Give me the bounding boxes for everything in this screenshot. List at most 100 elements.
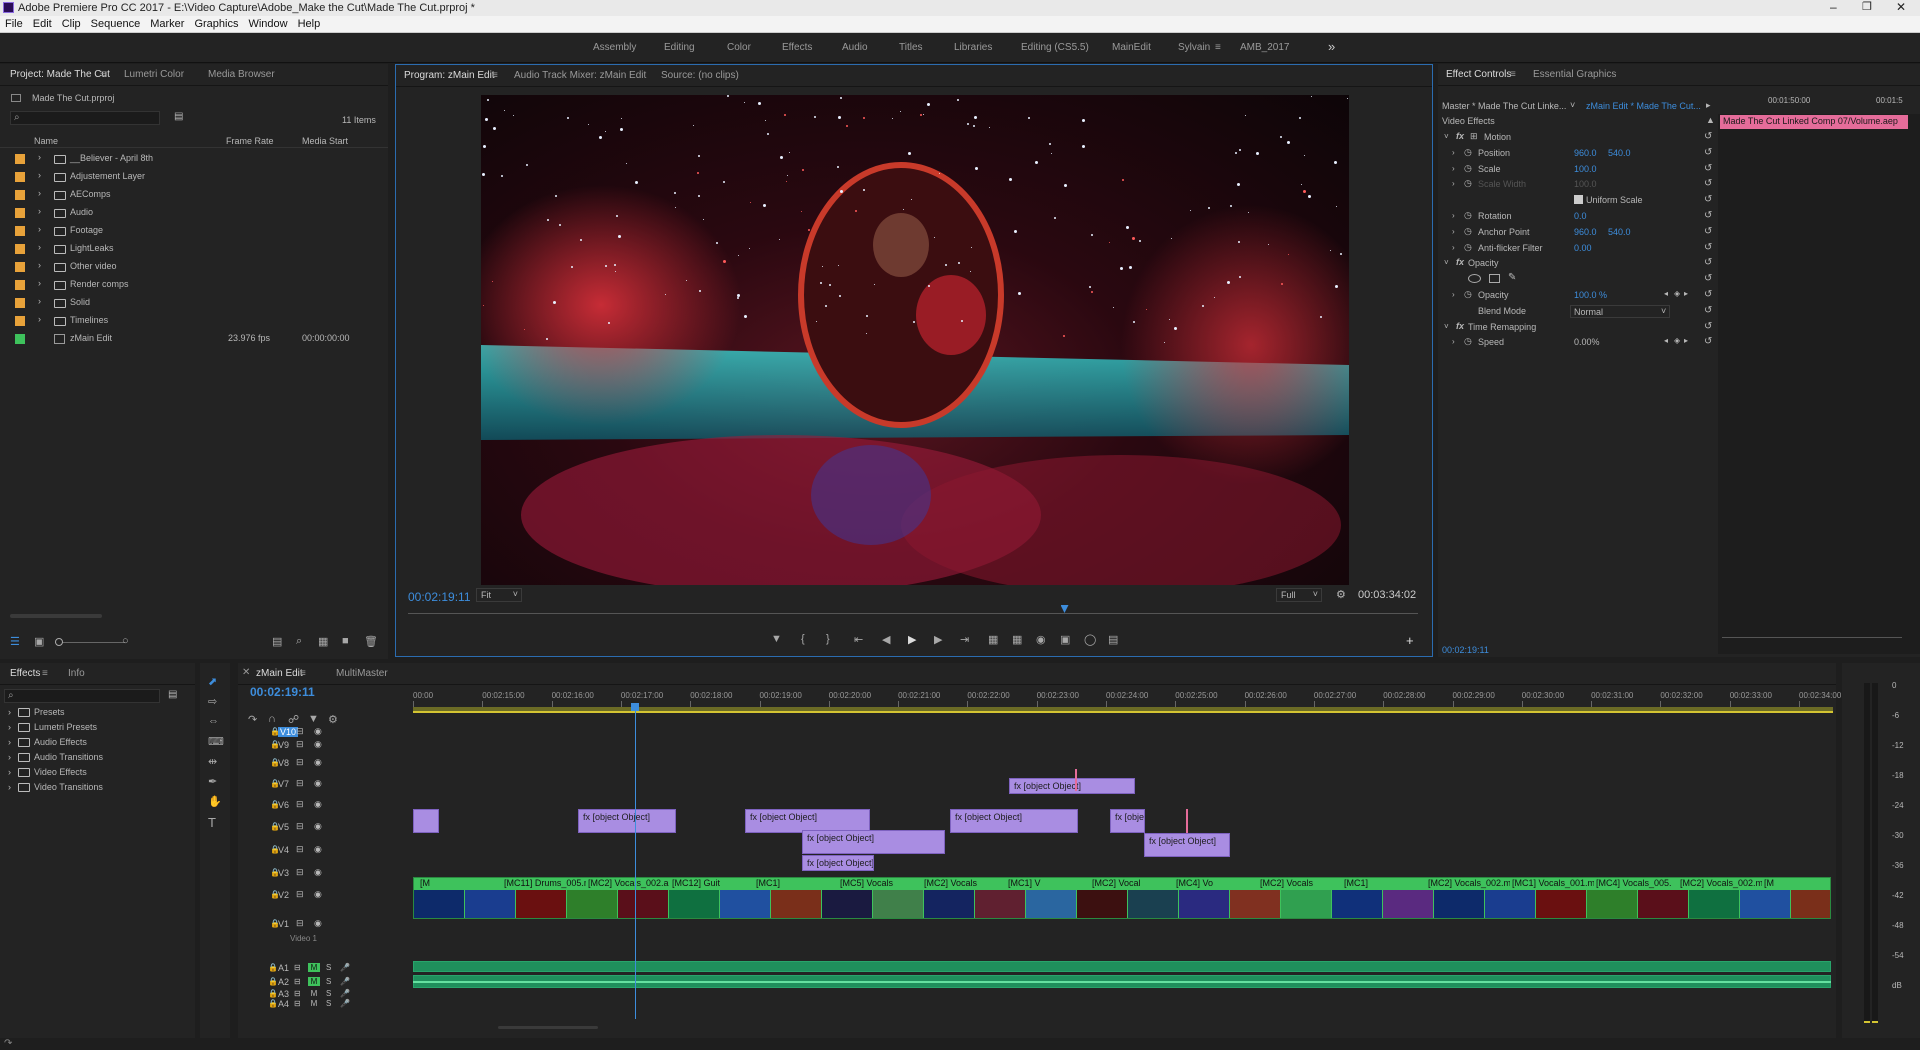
mute-button[interactable]: M xyxy=(308,977,320,986)
menu-window[interactable]: Window xyxy=(243,16,292,30)
find-icon[interactable]: ⌕ xyxy=(296,635,302,648)
workspace-color[interactable]: Color xyxy=(727,42,751,53)
audio-clip-a1[interactable] xyxy=(413,961,1831,972)
sync-lock-icon[interactable]: ⊟ xyxy=(294,977,301,986)
property-value[interactable]: 960.0 xyxy=(1574,227,1597,237)
mute-button[interactable]: M xyxy=(308,999,320,1008)
sequence-clip-label[interactable]: zMain Edit * Made The Cut... xyxy=(1586,101,1701,111)
sync-lock-icon[interactable]: ⊟ xyxy=(296,867,304,878)
lock-icon[interactable]: 🔒 xyxy=(268,963,278,972)
type-tool-icon[interactable]: T xyxy=(208,815,216,830)
chevron-down-icon[interactable]: ˅ xyxy=(1444,322,1449,331)
menu-graphics[interactable]: Graphics xyxy=(189,16,243,30)
fx-opacity-row[interactable]: ˅ fx Opacity ↺ xyxy=(1438,256,1718,272)
mark-out-icon[interactable]: } xyxy=(826,633,830,645)
label-color-swatch[interactable] xyxy=(15,298,25,308)
track-label-v4[interactable]: V4 xyxy=(278,845,289,855)
workspace-mainedit[interactable]: MainEdit xyxy=(1112,42,1151,53)
solo-button[interactable]: S xyxy=(326,963,331,972)
tab-effect-controls[interactable]: Effect Controls xyxy=(1446,69,1511,80)
mic-icon[interactable]: 🎤 xyxy=(340,989,350,998)
work-area-bar[interactable] xyxy=(413,707,1833,713)
expand-icon[interactable]: › xyxy=(8,782,11,792)
pen-tool-icon[interactable]: ✒ xyxy=(208,775,217,788)
expand-icon[interactable]: › xyxy=(8,707,11,717)
workspace-editing-cs55[interactable]: Editing (CS5.5) xyxy=(1021,42,1089,53)
snap-icon[interactable]: ∩ xyxy=(268,713,276,725)
timeline-clip[interactable] xyxy=(413,809,439,833)
sync-lock-icon[interactable]: ⊟ xyxy=(294,999,301,1008)
track-label-a2[interactable]: A2 xyxy=(278,977,289,987)
v1-clip-strip[interactable]: [M [MC11] Drums_005.m [MC2] Vocals_002.a [M… xyxy=(413,877,1831,919)
label-color-swatch[interactable] xyxy=(15,172,25,182)
workspace-menu-icon[interactable]: ≡ xyxy=(1215,42,1221,53)
maximize-icon[interactable]: ❐ xyxy=(1862,0,1872,13)
expand-icon[interactable]: › xyxy=(38,296,41,306)
mic-icon[interactable]: 🎤 xyxy=(340,963,350,972)
bin-item[interactable]: › __Believer - April 8th xyxy=(0,150,388,168)
column-frame-rate[interactable]: Frame Rate xyxy=(226,136,274,146)
accelerated-effects-icon[interactable]: ▤ xyxy=(168,689,177,700)
quality-dropdown[interactable]: Full ˅ xyxy=(1276,588,1322,602)
menu-edit[interactable]: Edit xyxy=(28,16,57,30)
vr-video-icon[interactable]: ◯ xyxy=(1084,633,1096,646)
expand-icon[interactable]: › xyxy=(38,170,41,180)
timeline-clip[interactable]: fx [object Object] xyxy=(1144,833,1230,857)
expand-icon[interactable]: › xyxy=(1452,337,1455,346)
mark-in-icon[interactable]: { xyxy=(801,633,805,645)
track-select-tool-icon[interactable]: ⇨ xyxy=(208,695,217,708)
eye-icon[interactable]: ◉ xyxy=(314,918,322,929)
uniform-scale-checkbox[interactable] xyxy=(1574,195,1583,205)
zoom-slider-handle[interactable] xyxy=(55,638,63,646)
stopwatch-icon[interactable]: ◷ xyxy=(1464,226,1472,237)
expand-icon[interactable]: › xyxy=(1452,290,1455,299)
slip-tool-icon[interactable]: ⇹ xyxy=(208,755,217,768)
expand-icon[interactable]: › xyxy=(38,278,41,288)
eye-icon[interactable]: ◉ xyxy=(314,799,322,810)
lift-icon[interactable]: ▦ xyxy=(988,633,998,646)
property-value[interactable]: 100.0 xyxy=(1574,164,1597,174)
effect-tab-menu-icon[interactable]: ≡ xyxy=(1510,69,1516,80)
fx-badge-icon[interactable]: fx xyxy=(1456,257,1464,267)
menu-help[interactable]: Help xyxy=(293,16,326,30)
anchor-point-row[interactable]: › ◷ Anchor Point 960.0 540.0 ↺ xyxy=(1438,225,1718,241)
stopwatch-icon[interactable]: ◷ xyxy=(1464,242,1472,253)
expand-icon[interactable]: › xyxy=(38,242,41,252)
solo-button[interactable]: S xyxy=(326,989,331,998)
project-scrollbar[interactable] xyxy=(10,614,102,618)
expand-icon[interactable]: › xyxy=(1452,164,1455,173)
reset-icon[interactable]: ↺ xyxy=(1704,194,1712,205)
lock-icon[interactable]: 🔒 xyxy=(268,977,278,986)
reset-icon[interactable]: ↺ xyxy=(1704,242,1712,253)
timeline-clip[interactable]: fx [object Object] xyxy=(950,809,1078,833)
timeline-clip[interactable]: fx [object Object] xyxy=(1110,809,1145,833)
button-editor-plus-icon[interactable]: + xyxy=(1406,633,1414,648)
tab-multimaster[interactable]: MultiMaster xyxy=(336,668,388,679)
timeline-clip[interactable]: fx [object Object] xyxy=(802,830,945,854)
more-workspaces-icon[interactable]: » xyxy=(1328,39,1335,54)
eye-icon[interactable]: ◉ xyxy=(314,739,322,750)
add-keyframe-icon[interactable]: ◈ xyxy=(1674,289,1680,298)
mute-button[interactable]: M xyxy=(308,963,320,972)
expand-icon[interactable]: › xyxy=(1452,179,1455,188)
close-tab-icon[interactable]: ✕ xyxy=(242,667,250,678)
effects-search-input[interactable]: ⌕ xyxy=(4,689,160,703)
expand-icon[interactable]: › xyxy=(1452,148,1455,157)
close-icon[interactable]: ✕ xyxy=(1896,0,1906,14)
reset-icon[interactable]: ↺ xyxy=(1704,210,1712,221)
effects-folder-4[interactable]: › Video Effects xyxy=(0,765,195,780)
tab-zmain-edit[interactable]: zMain Edit xyxy=(256,668,303,679)
property-value[interactable]: 100.0 % xyxy=(1574,290,1607,300)
workspace-sylvain[interactable]: Sylvain xyxy=(1178,42,1210,53)
expand-icon[interactable]: › xyxy=(38,224,41,234)
stopwatch-icon[interactable]: ◷ xyxy=(1464,210,1472,221)
label-color-swatch[interactable] xyxy=(15,334,25,344)
ellipse-mask-icon[interactable] xyxy=(1468,274,1481,284)
pen-mask-icon[interactable]: ✎ xyxy=(1508,272,1516,283)
workspace-editing[interactable]: Editing xyxy=(664,42,695,53)
lock-icon[interactable]: 🔒 xyxy=(268,989,278,998)
wrench-icon[interactable]: ⚙ xyxy=(1336,588,1346,601)
rotation-row[interactable]: › ◷ Rotation 0.0 ↺ xyxy=(1438,209,1718,225)
sync-lock-icon[interactable]: ⊟ xyxy=(296,726,304,737)
prev-keyframe-icon[interactable]: ◂ xyxy=(1664,289,1668,298)
